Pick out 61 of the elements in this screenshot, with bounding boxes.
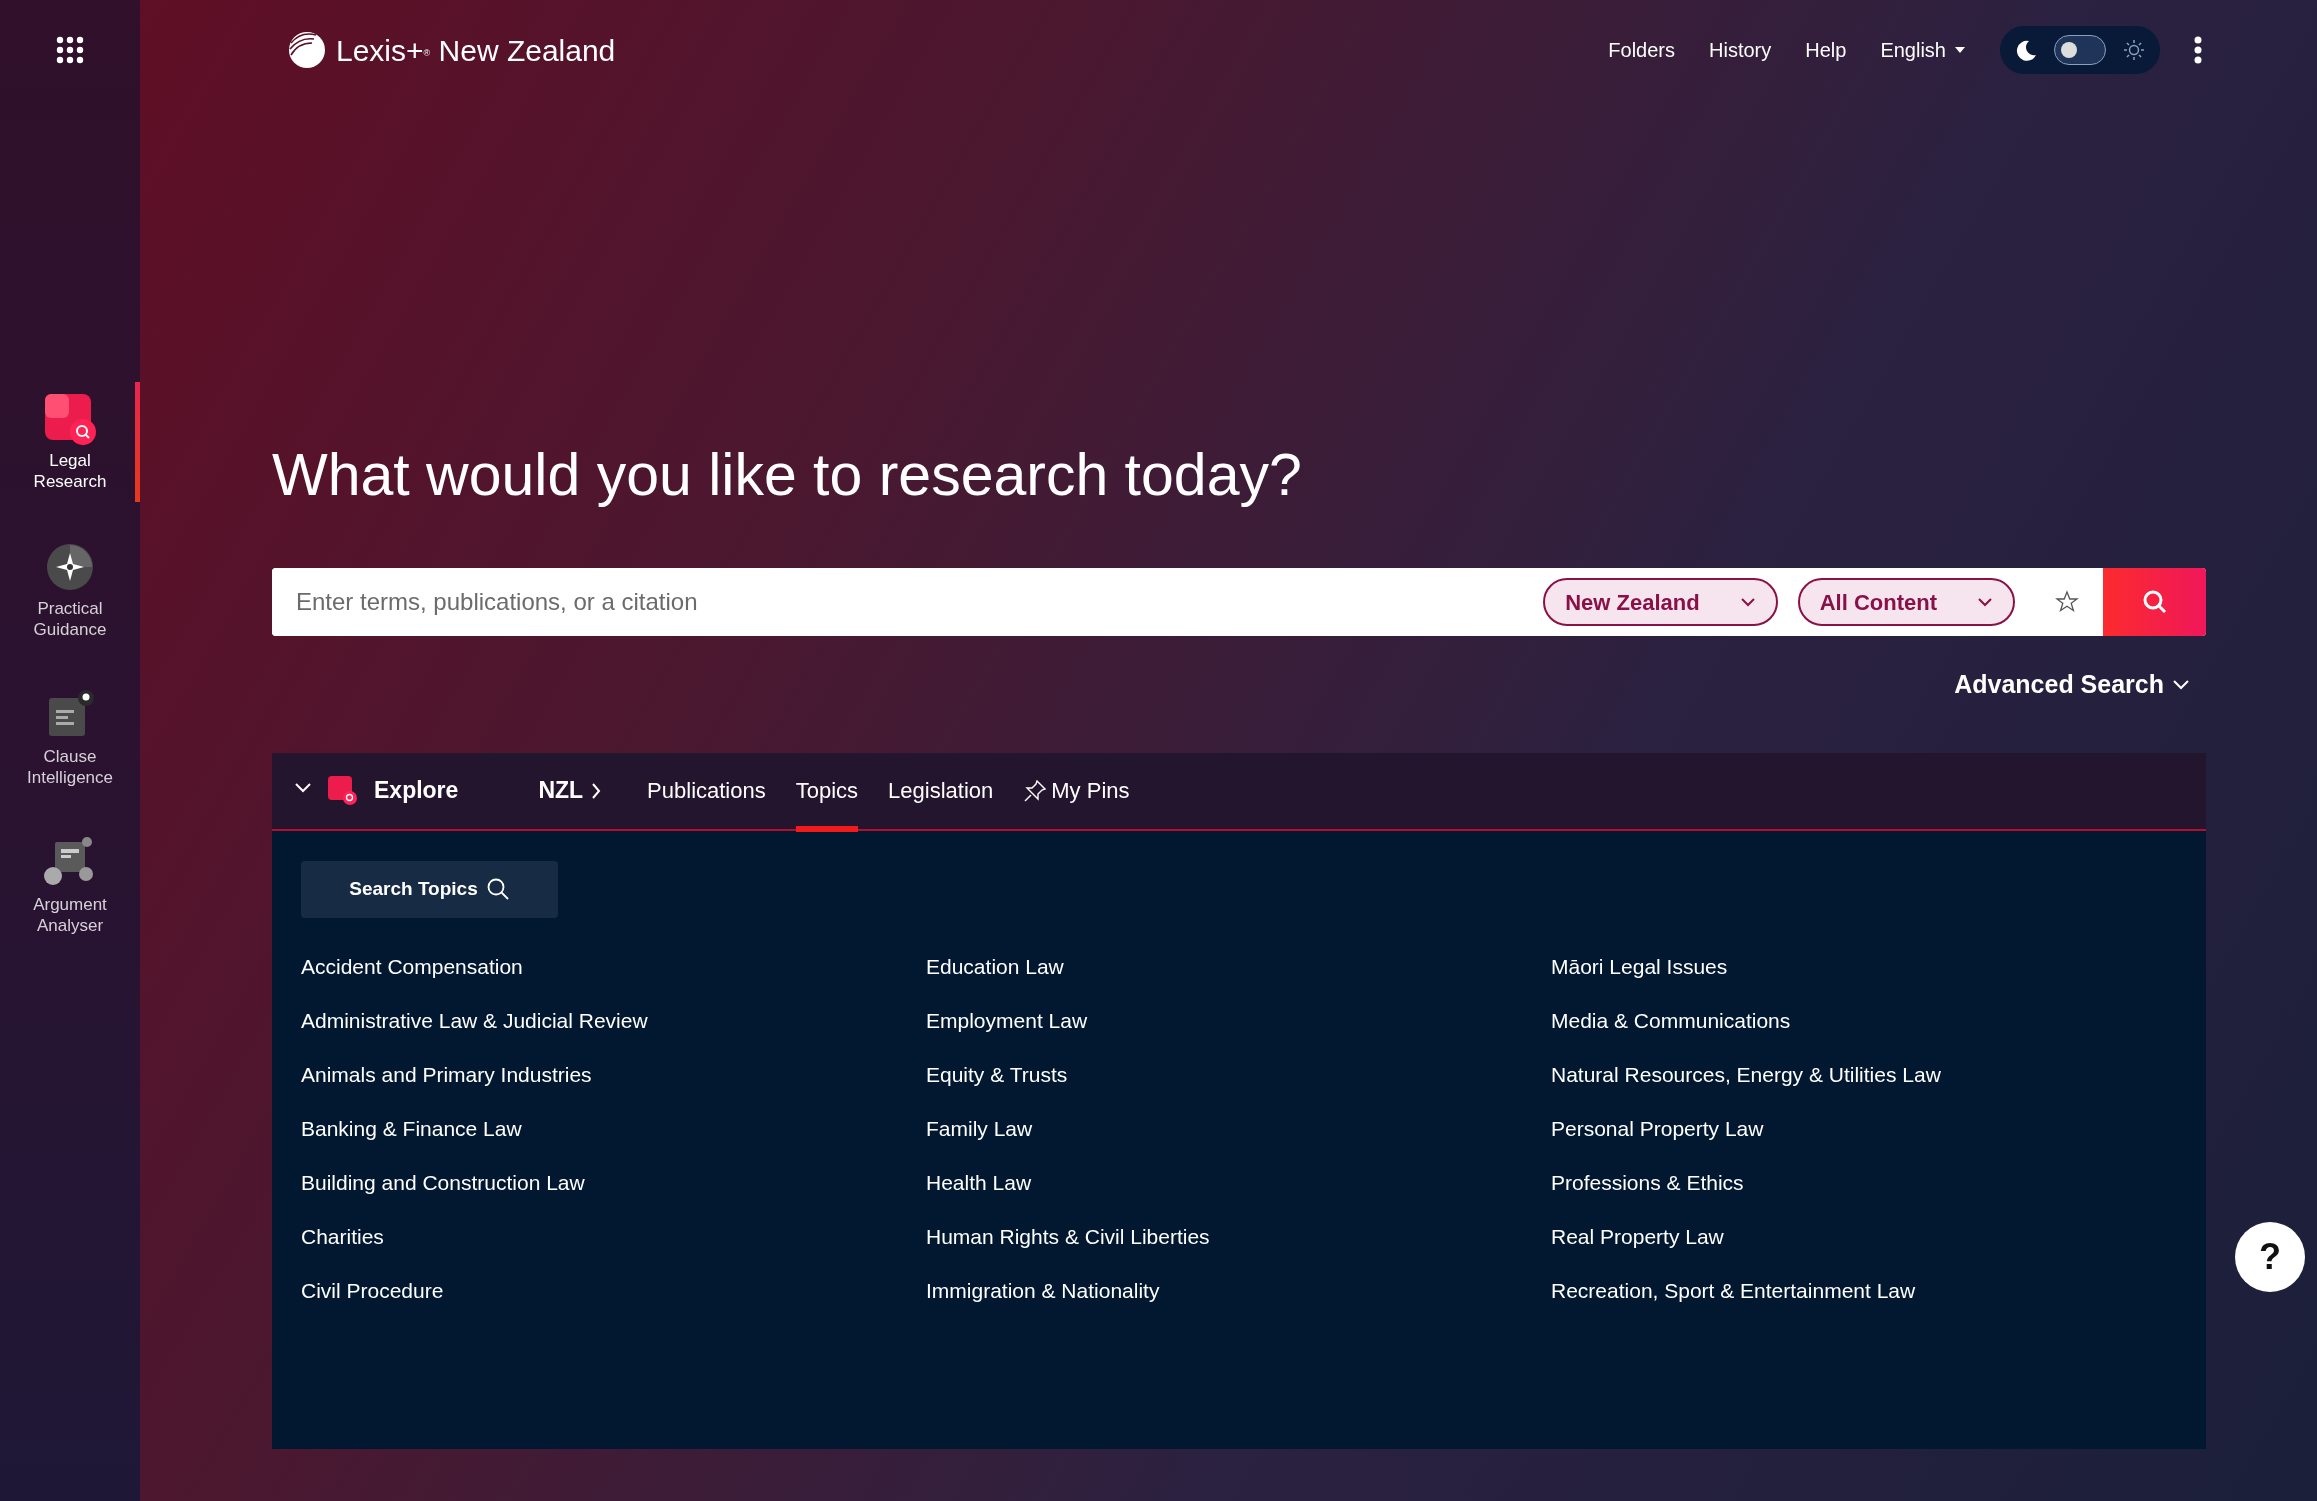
logo-icon <box>286 29 328 71</box>
topic-link[interactable]: Immigration & Nationality <box>926 1263 1160 1318</box>
pin-icon <box>1023 778 1048 803</box>
search-topics-button[interactable]: Search Topics <box>301 860 558 918</box>
theme-toggle[interactable] <box>2000 26 2160 74</box>
search-tile-icon <box>43 392 97 446</box>
help-button[interactable]: ? <box>2235 1222 2305 1292</box>
star-icon[interactable] <box>2055 590 2079 614</box>
nav-link[interactable]: History <box>1709 35 1772 65</box>
caret-icon <box>1954 46 1966 54</box>
chevron-down-icon <box>1977 597 1993 607</box>
page-heading: What would you like to research today? <box>272 441 1303 505</box>
filter-dropdown[interactable]: All Content <box>1797 578 2015 626</box>
nav-link[interactable]: Help <box>1805 35 1847 65</box>
sidebar-item[interactable]: Practical Guidance <box>0 530 140 650</box>
explore-tab[interactable]: Legislation <box>888 751 994 830</box>
sidebar-item[interactable]: Argument Analyser <box>0 826 140 946</box>
search-icon <box>2141 589 2168 615</box>
topic-link[interactable]: Civil Procedure <box>301 1263 444 1318</box>
sun-icon <box>2122 38 2146 62</box>
apps-grid-icon[interactable] <box>56 36 84 64</box>
search-bar[interactable]: Enter terms, publications, or a citation New Zealand All Content <box>272 568 2206 636</box>
topic-link[interactable]: Building and Construction Law <box>301 1155 585 1210</box>
search-tile-icon <box>328 775 358 806</box>
topic-link[interactable]: Animals and Primary Industries <box>301 1047 592 1102</box>
topic-link[interactable]: Employment Law <box>926 993 1088 1048</box>
chevron-down-icon <box>2172 679 2190 691</box>
advanced-search-toggle[interactable]: Advanced Search <box>1954 666 2190 704</box>
topic-link[interactable]: Professions & Ethics <box>1551 1155 1744 1210</box>
logo-text: Lexis+$^{®}$ New Zealand <box>336 32 616 69</box>
topic-link[interactable]: Media & Communications <box>1551 993 1791 1048</box>
explore-tab[interactable]: Topics <box>795 751 859 830</box>
explore-tab[interactable]: My Pins <box>1023 751 1130 830</box>
jurisdiction-link[interactable]: NZL <box>538 751 602 830</box>
topic-link[interactable]: Banking & Finance Law <box>301 1101 522 1156</box>
moon-icon <box>2014 38 2038 62</box>
topic-link[interactable]: Recreation, Sport & Entertainment Law <box>1551 1263 1916 1318</box>
nav-link[interactable]: Folders <box>1608 35 1675 65</box>
search-icon <box>485 877 510 901</box>
topic-link[interactable]: Family Law <box>926 1101 1033 1156</box>
sidebar-item[interactable]: Legal Research <box>0 382 140 502</box>
chevron-right-icon <box>591 781 602 800</box>
search-button[interactable] <box>2103 568 2206 636</box>
filter-dropdown[interactable]: New Zealand <box>1543 578 1778 626</box>
topic-link[interactable]: Real Property Law <box>1551 1209 1724 1264</box>
topic-link[interactable]: Education Law <box>926 939 1064 994</box>
explore-title: Explore <box>374 776 459 806</box>
topic-link[interactable]: Administrative Law & Judicial Review <box>301 993 648 1048</box>
more-options-icon[interactable] <box>2194 36 2202 64</box>
language-dropdown[interactable]: English <box>1880 35 1966 65</box>
topic-link[interactable]: Charities <box>301 1209 384 1264</box>
sidebar-item[interactable]: Clause Intelligence <box>0 678 140 798</box>
explore-tab[interactable]: Publications <box>647 751 766 830</box>
topic-link[interactable]: Health Law <box>926 1155 1032 1210</box>
topic-link[interactable]: Equity & Trusts <box>926 1047 1068 1102</box>
topic-link[interactable]: Māori Legal Issues <box>1551 939 1728 994</box>
topic-link[interactable]: Natural Resources, Energy & Utilities Law <box>1551 1047 1941 1102</box>
chevron-down-icon <box>1739 597 1756 607</box>
topic-link[interactable]: Human Rights & Civil Liberties <box>926 1209 1210 1264</box>
topic-link[interactable]: Personal Property Law <box>1551 1101 1764 1156</box>
topic-link[interactable]: Accident Compensation <box>301 939 523 994</box>
